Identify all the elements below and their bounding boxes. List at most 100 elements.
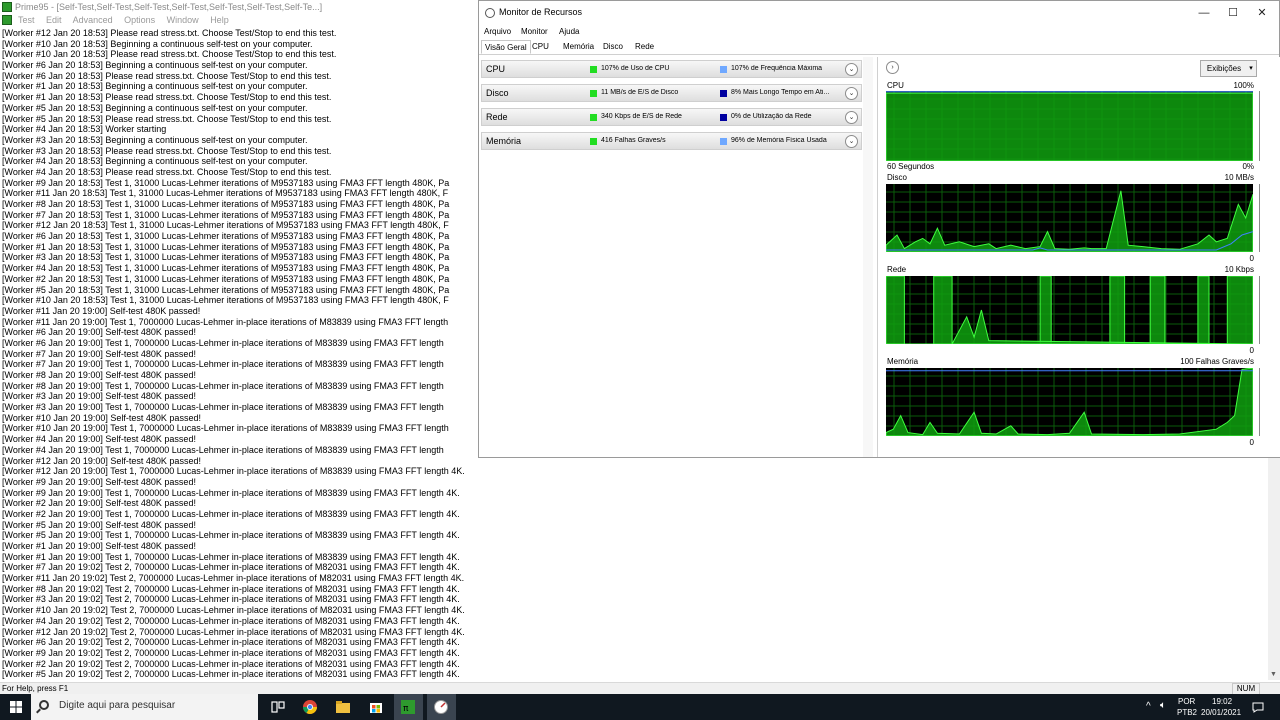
prime95-icon: π xyxy=(401,700,415,714)
menu-options[interactable]: Options xyxy=(124,15,155,25)
resmon-taskbar-button[interactable] xyxy=(427,694,456,720)
minimize-icon[interactable]: — xyxy=(1191,5,1217,21)
views-dropdown-icon[interactable]: ▾ xyxy=(1246,60,1257,77)
resource-monitor-icon xyxy=(434,700,448,714)
legend-swatch xyxy=(590,66,597,73)
log-line: [Worker #8 Jan 20 19:02] Test 2, 7000000… xyxy=(2,583,460,594)
tray-language-1[interactable]: POR xyxy=(1178,697,1195,706)
graph-disk-label: Disco xyxy=(887,173,908,182)
menu-edit[interactable]: Edit xyxy=(46,15,62,25)
windows-taskbar: Digite aqui para pesquisar π ^ 🔈︎ POR PT… xyxy=(0,694,1280,720)
graph-mem-min: 0 xyxy=(1249,438,1254,447)
store-icon[interactable] xyxy=(368,699,384,715)
legend-swatch xyxy=(720,114,727,121)
menu-monitor[interactable]: Monitor xyxy=(521,25,548,39)
graph-cpu xyxy=(886,91,1253,161)
chrome-icon[interactable] xyxy=(302,699,318,715)
graph-disk-max: 10 MB/s xyxy=(1224,173,1254,182)
menu-arquivo[interactable]: Arquivo xyxy=(484,25,511,39)
log-line: [Worker #2 Jan 20 19:00] Self-test 480K … xyxy=(2,498,196,509)
tab-disco[interactable]: Disco xyxy=(600,40,626,54)
log-line: [Worker #1 Jan 20 19:00] Self-test 480K … xyxy=(2,541,196,551)
file-explorer-icon[interactable] xyxy=(335,699,351,715)
scroll-down-arrow-icon[interactable]: ▼ xyxy=(1270,671,1277,678)
chevron-right-icon[interactable]: › xyxy=(886,61,899,74)
graph-scale-bar xyxy=(1256,91,1260,161)
task-view-icon[interactable] xyxy=(270,699,286,715)
resmon-overview-panel: CPU 107% de Uso de CPU 107% de Frequênci… xyxy=(479,57,875,457)
resmon-title-bar[interactable]: Monitor de Recursos — ☐ ✕ xyxy=(479,1,1279,25)
graph-memory xyxy=(886,368,1253,436)
log-line: [Worker #3 Jan 20 19:02] Test 2, 7000000… xyxy=(2,594,460,605)
graph-net-label: Rede xyxy=(887,265,907,274)
windows-start-icon[interactable] xyxy=(10,701,22,713)
log-line: [Worker #9 Jan 20 19:00] Test 1, 7000000… xyxy=(2,487,460,498)
graph-scale-bar xyxy=(1256,276,1260,344)
tab-rede[interactable]: Rede xyxy=(632,40,657,54)
graph-disk xyxy=(886,184,1253,252)
menu-help[interactable]: Help xyxy=(210,15,229,25)
log-line: [Worker #1 Jan 20 19:00] Test 1, 7000000… xyxy=(2,551,460,562)
tab-memoria[interactable]: Memória xyxy=(560,40,597,54)
legend-swatch xyxy=(720,66,727,73)
graph-mem-label: Memória xyxy=(887,357,919,366)
graph-mem-max: 100 Falhas Graves/s xyxy=(1180,357,1254,366)
legend-swatch xyxy=(590,114,597,121)
section-cpu-header[interactable]: CPU 107% de Uso de CPU 107% de Frequênci… xyxy=(481,60,862,78)
volume-icon[interactable]: 🔈︎ xyxy=(1160,700,1166,711)
tray-overflow-icon[interactable]: ^ xyxy=(1146,701,1151,712)
prime95-app-icon xyxy=(2,2,12,12)
chevron-down-icon[interactable]: ⌄ xyxy=(845,63,858,76)
tray-clock-time[interactable]: 19:02 xyxy=(1212,697,1232,706)
views-button[interactable]: Exibições xyxy=(1200,60,1248,77)
menu-ajuda[interactable]: Ajuda xyxy=(559,25,579,39)
graph-scale-bar xyxy=(1256,368,1260,436)
graph-net-max: 10 Kbps xyxy=(1224,265,1254,274)
resmon-window-title: Monitor de Recursos xyxy=(499,7,583,17)
overview-scrollbar[interactable] xyxy=(863,57,873,457)
section-memory-header[interactable]: Memória 416 Falhas Graves/s 96% de Memór… xyxy=(481,132,862,150)
notifications-icon[interactable] xyxy=(1252,702,1264,713)
chevron-down-icon[interactable]: ⌄ xyxy=(845,87,858,100)
log-line: [Worker #12 Jan 20 19:00] Test 1, 700000… xyxy=(2,466,465,477)
prime95-title-bar[interactable]: Prime95 - [Self-Test,Self-Test,Self-Test… xyxy=(0,0,480,14)
taskbar-search-box[interactable]: Digite aqui para pesquisar xyxy=(31,694,258,720)
prime95-menu-bar: Test Edit Advanced Options Window Help xyxy=(0,14,480,27)
log-line: [Worker #7 Jan 20 19:02] Test 2, 7000000… xyxy=(2,562,460,573)
graph-cpu-max: 100% xyxy=(1233,81,1254,90)
graph-cpu-min: 0% xyxy=(1242,162,1254,171)
maximize-icon[interactable]: ☐ xyxy=(1220,5,1246,21)
menu-advanced[interactable]: Advanced xyxy=(73,15,113,25)
section-disk-header[interactable]: Disco 11 MB/s de E/S de Disco 8% Mais Lo… xyxy=(481,84,862,102)
resmon-app-icon xyxy=(485,8,495,18)
menu-test[interactable]: Test xyxy=(18,15,35,25)
section-network-header[interactable]: Rede 340 Kbps de E/S de Rede 0% de Utili… xyxy=(481,108,862,126)
legend-swatch xyxy=(590,90,597,97)
section-stat-secondary: 107% de Frequência Máxima xyxy=(731,65,823,72)
log-line: [Worker #5 Jan 20 19:02] Test 2, 7000000… xyxy=(2,669,460,680)
log-line: [Worker #9 Jan 20 19:02] Test 2, 7000000… xyxy=(2,647,460,658)
prime95-doc-icon[interactable] xyxy=(2,15,12,25)
tray-clock-date[interactable]: 20/01/2021 xyxy=(1201,708,1241,717)
graph-scale-bar xyxy=(1256,184,1260,252)
resmon-tab-strip: Visão Geral CPU Memória Disco Rede xyxy=(479,39,1279,55)
graph-disk-min: 0 xyxy=(1249,254,1254,263)
chevron-down-icon[interactable]: ⌄ xyxy=(845,135,858,148)
prime95-taskbar-button[interactable]: π xyxy=(394,694,423,720)
tray-language-2[interactable]: PTB2 xyxy=(1177,708,1197,717)
log-line: [Worker #11 Jan 20 19:02] Test 2, 700000… xyxy=(2,573,465,584)
log-line: [Worker #9 Jan 20 19:00] Self-test 480K … xyxy=(2,476,196,487)
tab-visao-geral[interactable]: Visão Geral xyxy=(481,40,531,54)
chevron-down-icon[interactable]: ⌄ xyxy=(845,111,858,124)
tab-cpu[interactable]: CPU xyxy=(529,40,552,54)
menu-window[interactable]: Window xyxy=(167,15,199,25)
graph-network xyxy=(886,276,1253,344)
close-icon[interactable]: ✕ xyxy=(1249,5,1275,21)
section-name: Rede xyxy=(486,112,508,122)
section-stat-secondary: 8% Mais Longo Tempo em Ati... xyxy=(731,89,830,96)
log-line: [Worker #5 Jan 20 19:00] Self-test 480K … xyxy=(2,519,196,530)
svg-text:π: π xyxy=(403,704,409,714)
section-name: Disco xyxy=(486,88,509,98)
graph-cpu-label: CPU xyxy=(887,81,904,90)
section-stat-primary: 416 Falhas Graves/s xyxy=(601,137,666,144)
